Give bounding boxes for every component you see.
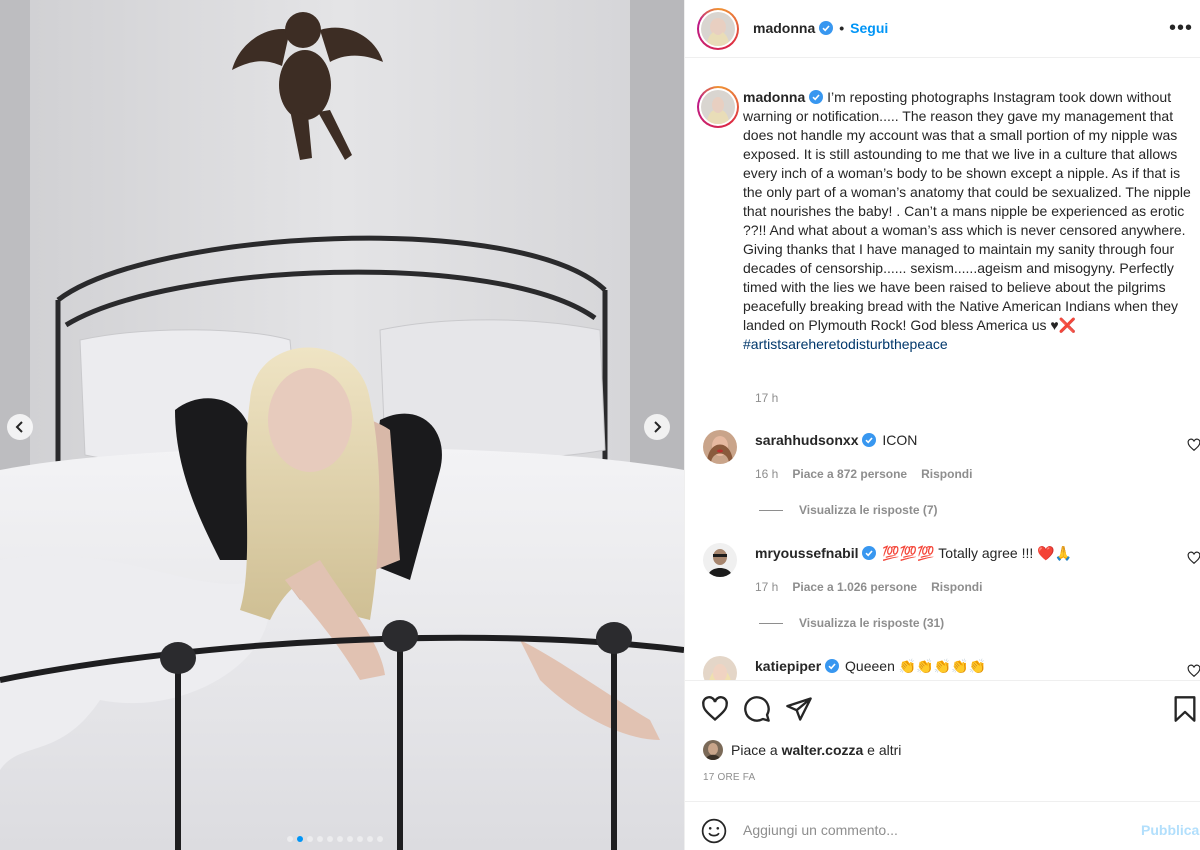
comment-input[interactable] (743, 819, 1123, 841)
comment-time[interactable]: 16 h (755, 467, 778, 481)
verified-badge-icon (819, 21, 834, 35)
chevron-left-icon (15, 421, 23, 433)
post-photo (0, 0, 684, 850)
likes-summary[interactable]: Piace a walter.cozza e altri (703, 740, 901, 760)
comment-username[interactable]: katiepiper (755, 658, 821, 674)
commenter-avatar[interactable] (703, 656, 737, 680)
comment-likes[interactable]: Piace a 1.026 persone (792, 580, 917, 594)
emoji-smiley-icon[interactable] (701, 818, 727, 844)
comment-item: sarahhudsonxx ICON 16 h Piace a 872 pers… (697, 430, 1200, 540)
more-options-icon[interactable]: ••• (1169, 18, 1193, 38)
carousel-indicator (287, 836, 383, 842)
caption-timestamp[interactable]: 17 h (755, 391, 778, 405)
carousel-next-button[interactable] (644, 414, 670, 440)
likes-user-link[interactable]: walter.cozza (782, 742, 864, 758)
post-media[interactable] (0, 0, 684, 850)
carousel-dot (317, 836, 323, 842)
carousel-dot (327, 836, 333, 842)
commenter-avatar[interactable] (703, 543, 737, 577)
comment-bubble-icon[interactable] (743, 695, 771, 723)
chevron-right-icon (654, 421, 662, 433)
post-sidebar: madonna • Segui ••• madonna I’m repostin… (684, 0, 1200, 850)
comment-meta: 17 h Piace a 1.026 persone Rispondi (755, 580, 982, 594)
carousel-dot (357, 836, 363, 842)
post-actions: Piace a walter.cozza e altri 17 ORE FA (685, 680, 1200, 800)
comments-list[interactable]: madonna I’m reposting photographs Instag… (685, 58, 1200, 680)
view-replies-label: Visualizza le risposte (31) (799, 616, 945, 630)
verified-badge-icon (809, 90, 824, 104)
carousel-dot (377, 836, 383, 842)
verified-badge-icon (862, 433, 877, 447)
comment-time[interactable]: 17 h (755, 580, 778, 594)
comment-like-heart-icon[interactable] (1187, 438, 1200, 452)
verified-badge-icon (862, 546, 877, 560)
follow-button[interactable]: Segui (850, 20, 888, 36)
author-avatar[interactable] (697, 8, 739, 50)
carousel-prev-button[interactable] (7, 414, 33, 440)
comment-text: Queeen 👏👏👏👏👏 (845, 658, 986, 674)
liker-avatar[interactable] (703, 740, 723, 760)
like-heart-icon[interactable] (701, 695, 729, 723)
comment-username[interactable]: mryoussefnabil (755, 545, 858, 561)
view-replies-button[interactable]: Visualizza le risposte (7) (759, 503, 938, 517)
carousel-dot (297, 836, 303, 842)
caption-hashtag[interactable]: #artistsareheretodisturbthepeace (743, 336, 948, 352)
comment-item: katiepiper Queeen 👏👏👏👏👏 (697, 656, 1200, 680)
caption-avatar[interactable] (697, 86, 739, 128)
replies-divider (759, 622, 783, 624)
view-replies-button[interactable]: Visualizza le risposte (31) (759, 616, 944, 630)
caption-text: madonna I’m reposting photographs Instag… (743, 88, 1191, 354)
caption-body: I’m reposting photographs Instagram took… (743, 89, 1191, 333)
carousel-dot (347, 836, 353, 842)
publish-button[interactable]: Pubblica (1141, 822, 1199, 838)
post-date[interactable]: 17 ORE FA (703, 772, 755, 783)
likes-prefix: Piace a (731, 742, 782, 758)
save-bookmark-icon[interactable] (1171, 695, 1199, 723)
replies-divider (759, 509, 783, 511)
comment-like-heart-icon[interactable] (1187, 551, 1200, 565)
comment-username[interactable]: sarahhudsonxx (755, 432, 858, 448)
add-comment-bar: Pubblica (685, 801, 1200, 850)
comment-item: mryoussefnabil 💯💯💯 Totally agree !!! ❤️🙏… (697, 543, 1200, 653)
commenter-avatar[interactable] (703, 430, 737, 464)
comment-text: 💯💯💯 Totally agree !!! ❤️🙏 (882, 545, 1072, 561)
post-header: madonna • Segui ••• (685, 0, 1200, 58)
carousel-dot (287, 836, 293, 842)
author-username[interactable]: madonna (753, 20, 815, 36)
caption-username[interactable]: madonna (743, 89, 805, 105)
comment-text: ICON (882, 432, 918, 448)
verified-badge-icon (825, 659, 840, 673)
reply-button[interactable]: Rispondi (931, 580, 982, 594)
comment-like-heart-icon[interactable] (1187, 664, 1200, 678)
comment-likes[interactable]: Piace a 872 persone (792, 467, 907, 481)
carousel-dot (307, 836, 313, 842)
carousel-dot (337, 836, 343, 842)
likes-suffix: e altri (863, 742, 902, 758)
share-paper-plane-icon[interactable] (785, 695, 813, 723)
carousel-dot (367, 836, 373, 842)
comment-meta: 16 h Piace a 872 persone Rispondi (755, 467, 972, 481)
reply-button[interactable]: Rispondi (921, 467, 972, 481)
separator-dot: • (839, 20, 845, 36)
view-replies-label: Visualizza le risposte (7) (799, 503, 938, 517)
